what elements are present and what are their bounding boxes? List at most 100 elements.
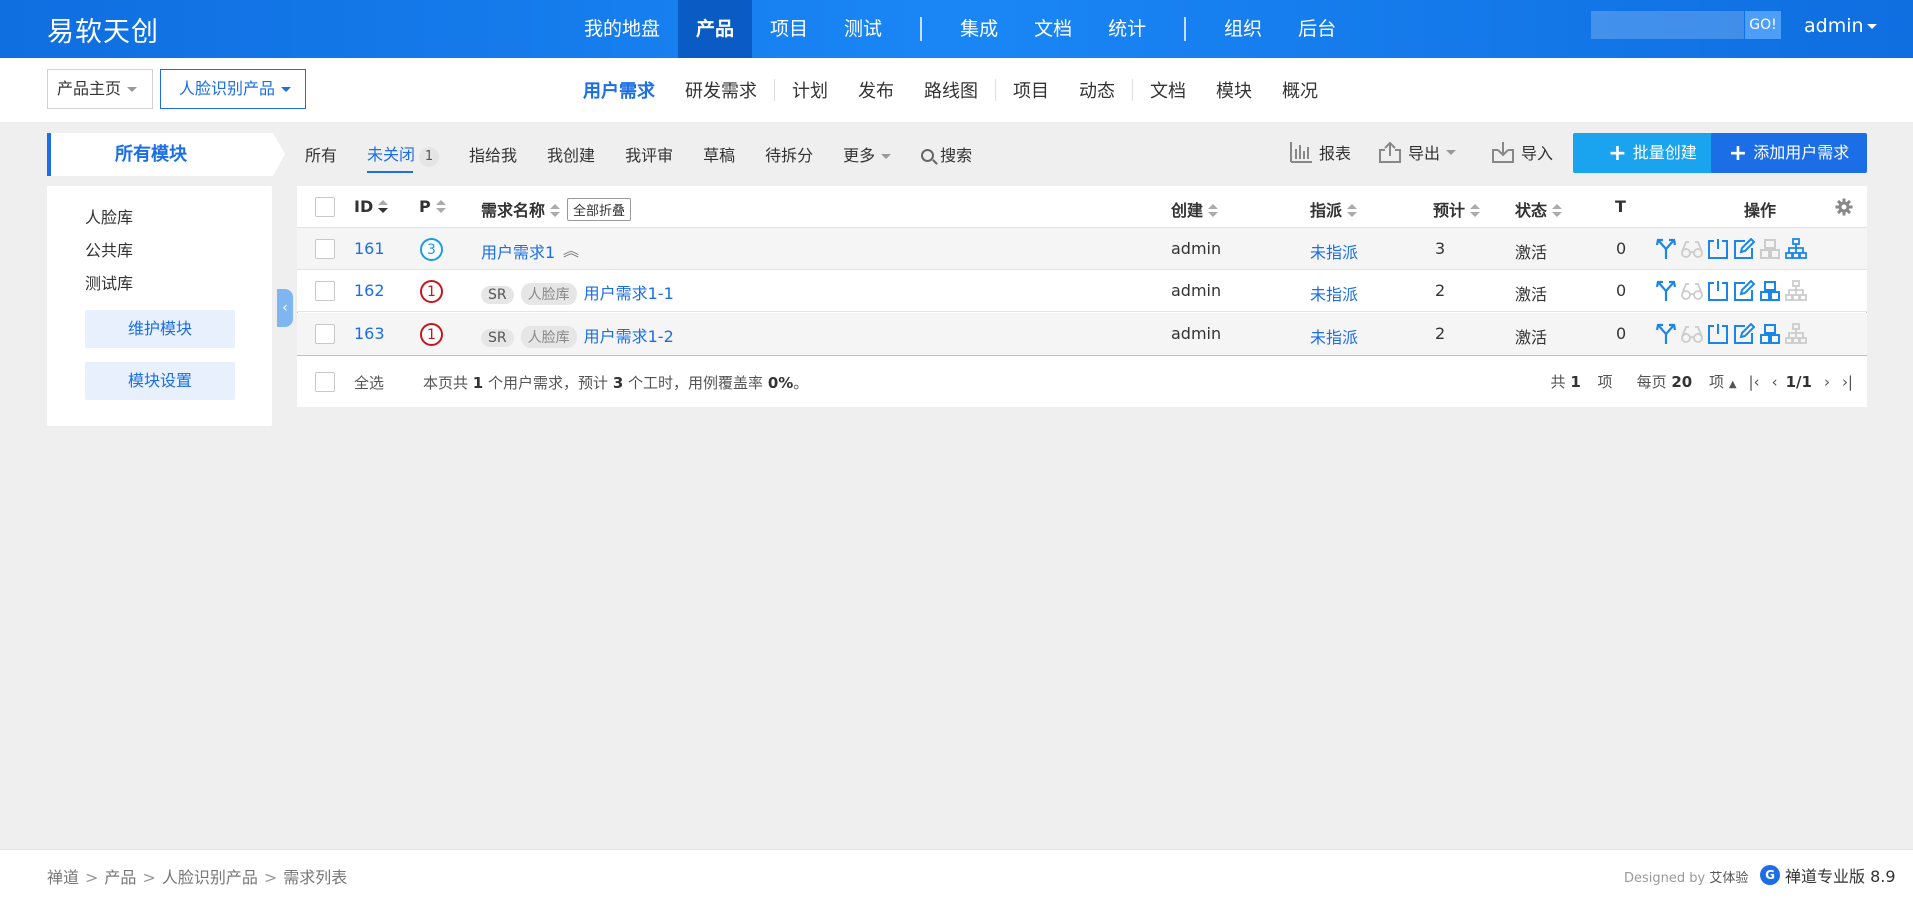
export-icon	[1379, 141, 1401, 163]
filter-draft[interactable]: 草稿	[703, 142, 735, 166]
tab-doc[interactable]: 文档	[1135, 77, 1201, 103]
batch-create-button[interactable]: + 批量创建	[1573, 133, 1732, 173]
nav-stats[interactable]: 统计	[1090, 0, 1164, 58]
filter-unclosed[interactable]: 未关闭 1	[367, 141, 440, 173]
maintain-module-button[interactable]: 维护模块	[85, 310, 235, 348]
report-button[interactable]: 报表	[1289, 140, 1351, 164]
col-estimate-header[interactable]: 预计	[1433, 197, 1481, 221]
next-page-icon[interactable]: ›	[1824, 373, 1830, 391]
filter-reviewed-by-me[interactable]: 我评审	[625, 142, 673, 166]
filter-all[interactable]: 所有	[305, 142, 337, 166]
tab-release[interactable]: 发布	[843, 77, 909, 103]
subdivide-icon[interactable]	[1783, 237, 1809, 261]
nav-test[interactable]: 测试	[826, 0, 900, 58]
assign-link[interactable]: 未指派	[1310, 239, 1358, 263]
nav-org[interactable]: 组织	[1206, 0, 1280, 58]
edit-icon[interactable]	[1731, 322, 1757, 346]
collapse-children-icon[interactable]: ︽	[563, 237, 579, 261]
collapse-all-button[interactable]: 全部折叠	[567, 198, 632, 221]
sidebar-collapse-handle[interactable]: ‹	[277, 289, 293, 327]
story-title-link[interactable]: 用户需求1	[481, 239, 555, 263]
module-item-face-lib[interactable]: 人脸库	[85, 204, 133, 228]
last-page-icon[interactable]: ›|	[1842, 373, 1853, 391]
tab-roadmap[interactable]: 路线图	[909, 77, 993, 103]
assign-link[interactable]: 未指派	[1310, 281, 1358, 305]
col-assigned-header[interactable]: 指派	[1310, 197, 1358, 221]
create-case-icon[interactable]	[1757, 279, 1783, 303]
col-pri-label: P	[419, 197, 431, 216]
select-all-checkbox[interactable]	[315, 372, 335, 392]
product-version[interactable]: G 禅道专业版 8.9	[1760, 863, 1896, 887]
col-pri-header[interactable]: P	[419, 197, 446, 216]
story-title-link[interactable]: 用户需求1-2	[584, 327, 674, 346]
nav-my[interactable]: 我的地盘	[566, 0, 678, 58]
product-switcher-dropdown[interactable]: 人脸识别产品	[160, 69, 306, 109]
col-title-header[interactable]: 需求名称 全部折叠	[481, 197, 632, 221]
module-tree-panel: 人脸库 公共库 测试库 维护模块 模块设置	[47, 186, 272, 426]
edit-icon[interactable]	[1731, 237, 1757, 261]
brand-logo[interactable]: 易软天创	[47, 10, 159, 49]
story-id-link[interactable]: 163	[354, 324, 385, 343]
story-title-link[interactable]: 用户需求1-1	[584, 284, 674, 303]
close-story-icon[interactable]	[1705, 322, 1731, 346]
row-select-checkbox[interactable]	[315, 281, 335, 301]
all-modules-header[interactable]: 所有模块	[47, 133, 285, 176]
search-go-button[interactable]: GO!	[1745, 11, 1781, 39]
assign-link[interactable]: 未指派	[1310, 324, 1358, 348]
table-row[interactable]: 163 1 SR 人脸库 用户需求1-2 admin 未指派 2 激活 0	[297, 313, 1867, 355]
table-row[interactable]: 162 1 SR 人脸库 用户需求1-1 admin 未指派 2 激活 0	[297, 270, 1867, 312]
row-select-checkbox[interactable]	[315, 239, 335, 259]
add-user-story-button[interactable]: + 添加用户需求	[1711, 133, 1867, 173]
breadcrumb-item[interactable]: 禅道	[47, 868, 79, 887]
story-id-link[interactable]: 162	[354, 281, 385, 300]
nav-integration[interactable]: 集成	[942, 0, 1016, 58]
filter-assigned-to-me[interactable]: 指给我	[469, 142, 517, 166]
user-menu[interactable]: admin	[1804, 15, 1877, 37]
col-creator-header[interactable]: 创建	[1171, 197, 1219, 221]
tab-plan[interactable]: 计划	[777, 77, 843, 103]
nav-product[interactable]: 产品	[678, 0, 753, 58]
filter-to-split[interactable]: 待拆分	[765, 142, 813, 166]
split-icon[interactable]	[1653, 279, 1679, 303]
breadcrumb-item[interactable]: 产品	[104, 868, 136, 887]
per-page-dropdown[interactable]: 每页 20 项 ▲	[1625, 371, 1737, 392]
module-settings-button[interactable]: 模块设置	[85, 362, 235, 400]
nav-doc[interactable]: 文档	[1016, 0, 1090, 58]
gear-icon[interactable]	[1835, 198, 1853, 216]
nav-project[interactable]: 项目	[752, 0, 826, 58]
product-home-dropdown[interactable]: 产品主页	[47, 69, 153, 109]
split-icon[interactable]	[1653, 322, 1679, 346]
tab-user-story[interactable]: 用户需求	[568, 77, 670, 103]
tab-project[interactable]: 项目	[998, 77, 1064, 103]
export-dropdown[interactable]: 导出	[1378, 140, 1457, 164]
nav-admin[interactable]: 后台	[1280, 0, 1354, 58]
estimate-cell: 3	[1435, 239, 1446, 258]
row-select-checkbox[interactable]	[315, 324, 335, 344]
col-status-header[interactable]: 状态	[1515, 197, 1563, 221]
filter-created-by-me[interactable]: 我创建	[547, 142, 595, 166]
global-search-input[interactable]	[1591, 11, 1744, 39]
first-page-icon[interactable]: |‹	[1749, 373, 1760, 391]
search-toggle[interactable]: 搜索	[921, 142, 972, 166]
edit-icon[interactable]	[1731, 279, 1757, 303]
table-row[interactable]: 161 3 用户需求1 ︽ admin 未指派 3 激活 0	[297, 228, 1867, 270]
split-icon[interactable]	[1653, 237, 1679, 261]
module-item-test-lib[interactable]: 测试库	[85, 270, 133, 294]
col-id-header[interactable]: ID	[354, 197, 389, 216]
story-id-link[interactable]: 161	[354, 239, 385, 258]
tab-module[interactable]: 模块	[1201, 77, 1267, 103]
import-button[interactable]: 导入	[1491, 140, 1553, 164]
filter-more-dropdown[interactable]: 更多	[843, 142, 892, 166]
header-select-checkbox[interactable]	[315, 197, 335, 217]
breadcrumb-item[interactable]: 人脸识别产品	[162, 868, 258, 887]
tab-dev-story[interactable]: 研发需求	[670, 77, 772, 103]
tab-overview[interactable]: 概况	[1267, 77, 1333, 103]
tab-dynamic[interactable]: 动态	[1064, 77, 1130, 103]
prev-page-icon[interactable]: ‹	[1772, 373, 1778, 391]
close-story-icon[interactable]	[1705, 279, 1731, 303]
module-item-public-lib[interactable]: 公共库	[85, 237, 133, 261]
select-all-label[interactable]: 全选	[354, 372, 384, 393]
create-case-icon[interactable]	[1757, 322, 1783, 346]
close-story-icon[interactable]	[1705, 237, 1731, 261]
plus-icon: +	[1728, 141, 1748, 166]
